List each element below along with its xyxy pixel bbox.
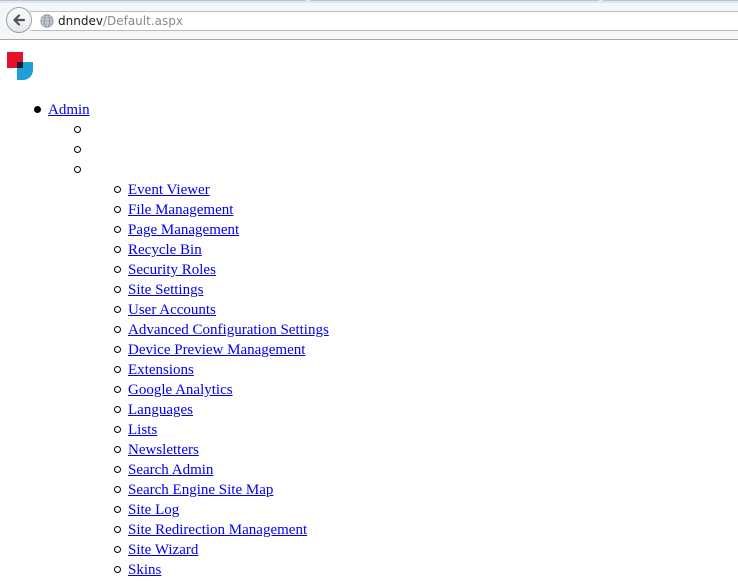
menu-item-newsletters-link[interactable]: Newsletters: [128, 440, 199, 460]
list-bullet-icon: [74, 146, 81, 153]
list-bullet-icon: [114, 426, 121, 433]
address-bar-url[interactable]: dnndev/Default.aspx: [58, 13, 183, 29]
list-bullet-icon: [114, 546, 121, 553]
menu-item-google-analytics-link[interactable]: Google Analytics: [128, 380, 233, 400]
globe-icon: [40, 14, 54, 28]
list-bullet-icon: [114, 326, 121, 333]
list-bullet-icon: [114, 466, 121, 473]
menu-item-user-accounts-link[interactable]: User Accounts: [128, 300, 216, 320]
menu-item-advanced-configuration-settings-link[interactable]: Advanced Configuration Settings: [128, 320, 329, 340]
menu-item-event-viewer-link[interactable]: Event Viewer: [128, 180, 210, 200]
list-bullet-icon: [114, 526, 121, 533]
list-bullet-icon: [74, 166, 81, 173]
list-bullet-icon: [114, 226, 121, 233]
menu-item-search-engine-site-map-link[interactable]: Search Engine Site Map: [128, 480, 273, 500]
list-bullet-icon: [114, 366, 121, 373]
menu-item-page-management-link[interactable]: Page Management: [128, 220, 239, 240]
list-bullet-icon: [114, 306, 121, 313]
list-bullet-icon: [74, 126, 81, 133]
dnn-logo-icon[interactable]: [7, 52, 35, 80]
list-bullet-icon: [114, 506, 121, 513]
menu-item-search-admin-link[interactable]: Search Admin: [128, 460, 213, 480]
url-host: dnndev: [58, 14, 103, 28]
tab-strip-divider: [603, 0, 738, 1]
list-bullet-icon: [34, 106, 41, 113]
back-button[interactable]: [6, 7, 32, 33]
list-bullet-icon: [114, 386, 121, 393]
menu-item-lists-link[interactable]: Lists: [128, 420, 157, 440]
list-bullet-icon: [114, 286, 121, 293]
list-bullet-icon: [114, 346, 121, 353]
tab-strip-divider: [0, 0, 306, 1]
list-bullet-icon: [114, 566, 121, 573]
menu-item-admin-link[interactable]: Admin: [48, 100, 90, 120]
menu-item-security-roles-link[interactable]: Security Roles: [128, 260, 216, 280]
menu-item-languages-link[interactable]: Languages: [128, 400, 193, 420]
menu-item-site-log-link[interactable]: Site Log: [128, 500, 179, 520]
list-bullet-icon: [114, 266, 121, 273]
menu-item-extensions-link[interactable]: Extensions: [128, 360, 194, 380]
address-bar[interactable]: dnndev/Default.aspx: [30, 11, 738, 31]
tab-strip-divider: [310, 0, 599, 1]
menu-item-site-wizard-link[interactable]: Site Wizard: [128, 540, 198, 560]
menu-item-site-redirection-management-link[interactable]: Site Redirection Management: [128, 520, 307, 540]
back-arrow-icon: [13, 14, 26, 26]
menu-item-skins-link[interactable]: Skins: [128, 560, 161, 580]
url-path: /Default.aspx: [102, 14, 183, 28]
list-bullet-icon: [114, 206, 121, 213]
list-bullet-icon: [114, 186, 121, 193]
list-bullet-icon: [114, 246, 121, 253]
menu-item-recycle-bin-link[interactable]: Recycle Bin: [128, 240, 202, 260]
menu-item-site-settings-link[interactable]: Site Settings: [128, 280, 203, 300]
list-bullet-icon: [114, 406, 121, 413]
menu-item-file-management-link[interactable]: File Management: [128, 200, 233, 220]
menu-item-device-preview-management-link[interactable]: Device Preview Management: [128, 340, 305, 360]
browser-navigation-bar: dnndev/Default.aspx: [0, 3, 738, 40]
list-bullet-icon: [114, 446, 121, 453]
list-bullet-icon: [114, 486, 121, 493]
